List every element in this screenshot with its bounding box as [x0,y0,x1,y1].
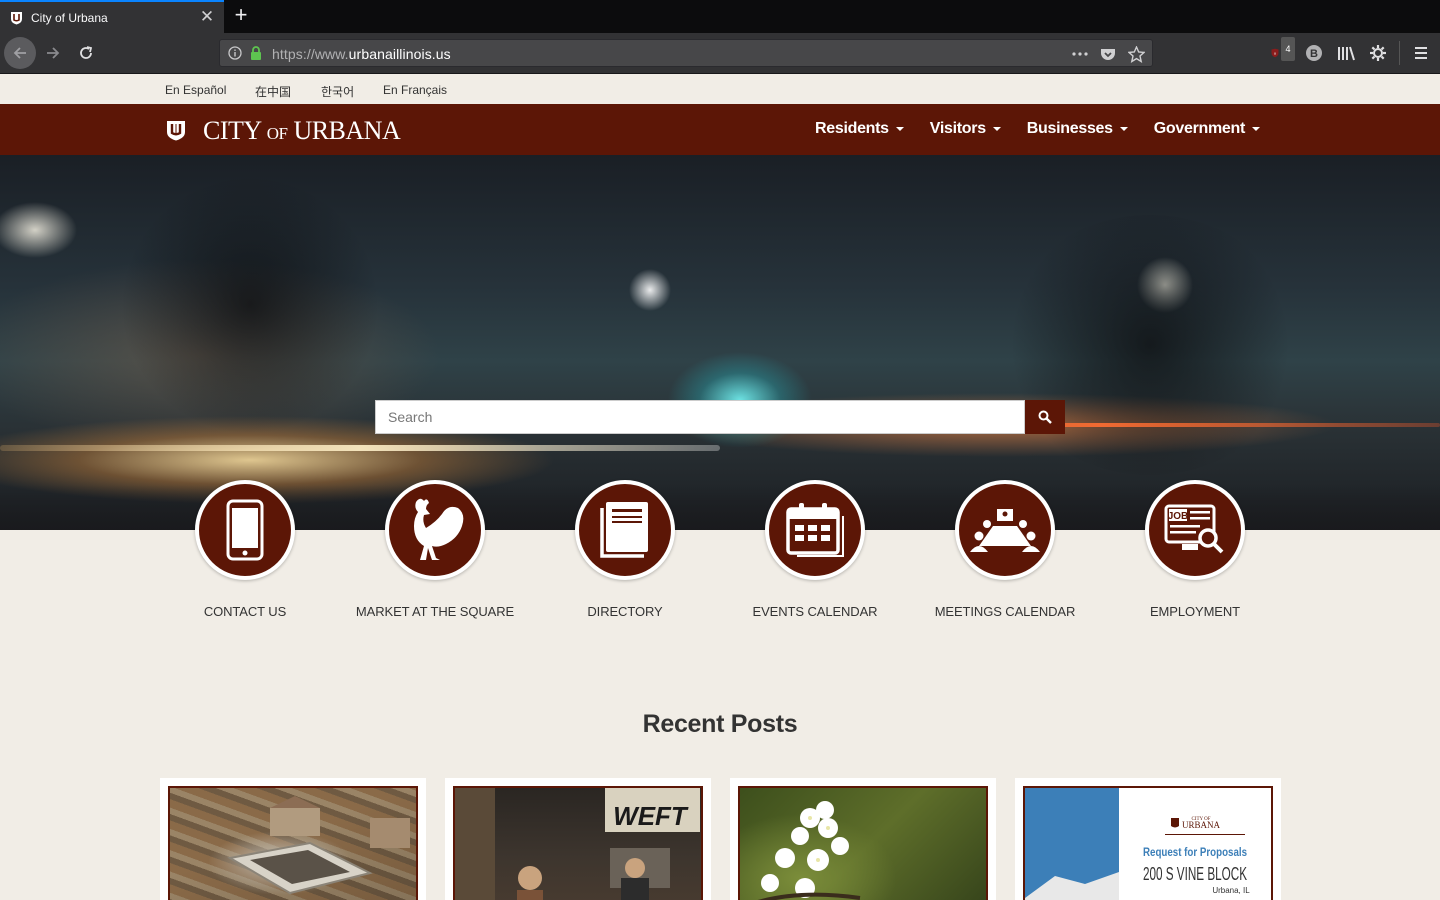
hamburger-menu-icon[interactable] [1410,41,1432,65]
aerial-buildings-graphic [227,796,410,895]
quick-link-meetings-calendar[interactable]: MEETINGS CALENDAR [910,480,1100,619]
light-streak [0,445,720,451]
quick-link-circle [575,480,675,580]
quick-link-label: DIRECTORY [587,604,663,619]
lock-icon[interactable] [249,45,263,61]
nav-visitors[interactable]: Visitors [930,120,1001,138]
caret-down-icon [1252,127,1260,131]
quick-link-circle [955,480,1055,580]
svg-text:Urbana, IL: Urbana, IL [1212,886,1250,895]
hero-night-street-image [0,155,1440,530]
search-bar [375,400,1065,434]
tree-silhouette [1000,215,1300,475]
addon-badge: 4 [1281,37,1295,61]
reload-button[interactable] [70,37,102,69]
lang-chinese-link[interactable]: 在中国 [255,83,291,100]
new-tab-icon[interactable]: + [230,4,252,28]
book-icon [600,502,648,558]
search-input[interactable] [375,400,1025,434]
arrow-left-icon [13,47,26,59]
quick-link-circle [765,480,865,580]
post-card[interactable]: CITY OF URBANA Request for Proposals 200… [1015,778,1281,900]
more-actions-icon[interactable] [1070,44,1090,64]
site-header: CITY OF URBANA Residents Visitors Busine… [0,104,1440,155]
radio-band-photo[interactable]: WEFT [453,786,703,900]
addon-b-icon[interactable]: B [1303,41,1325,65]
pocket-icon[interactable] [1098,44,1118,64]
browser-toolbar: https://www.urbanaillinois.us u4 B [0,33,1440,74]
svg-text:Request for Proposals: Request for Proposals [1143,845,1247,859]
url-text[interactable]: https://www.urbanaillinois.us [272,46,451,62]
meeting-icon [970,509,1040,552]
aerial-city-photo[interactable] [168,786,418,900]
city-shield-logo-icon[interactable] [166,120,186,141]
bookmark-star-icon[interactable] [1126,44,1146,64]
tree-silhouette [120,175,380,435]
quick-link-events-calendar[interactable]: EVENTS CALENDAR [720,480,910,619]
svg-text:WEFT: WEFT [613,801,689,831]
quick-link-label: MARKET AT THE SQUARE [355,604,515,619]
web-page: En Español 在中国 한국어 En Français CITY OF U… [0,74,1440,900]
rfp-flyer-graphic: CITY OF URBANA Request for Proposals 200… [1025,788,1250,900]
svg-text:JOB: JOB [1168,511,1189,522]
browser-tab-bar: City of Urbana ✕ + [0,0,1440,33]
band-scene-graphic: WEFT [455,788,700,900]
search-button[interactable] [1025,400,1065,434]
ublock-addon-icon[interactable]: u4 [1271,37,1295,65]
address-bar[interactable]: https://www.urbanaillinois.us [219,39,1153,67]
settings-gear-icon[interactable] [1367,41,1389,65]
quick-link-market[interactable]: MARKET AT THE SQUARE [340,480,530,619]
calendar-icon [786,503,844,557]
nav-government[interactable]: Government [1154,120,1260,138]
quick-link-label: EVENTS CALENDAR [752,604,878,619]
blossom-graphic [757,801,861,900]
quick-link-label: MEETINGS CALENDAR [934,604,1076,619]
tab-title: City of Urbana [31,11,108,25]
quick-link-directory[interactable]: DIRECTORY [530,480,720,619]
quick-link-circle [195,480,295,580]
svg-text:200 S VINE BLOCK: 200 S VINE BLOCK [1143,864,1247,884]
phone-icon [226,499,264,561]
recent-posts-heading: Recent Posts [642,710,798,738]
nav-residents[interactable]: Residents [815,120,904,138]
site-logo-text[interactable]: CITY OF URBANA [203,116,401,146]
lang-spanish-link[interactable]: En Español [165,83,226,97]
main-navigation: Residents Visitors Businesses Government [815,120,1260,138]
post-card[interactable] [730,778,996,900]
post-card[interactable] [160,778,426,900]
quick-link-contact-us[interactable]: CONTACT US [150,480,340,619]
info-icon[interactable] [228,46,242,60]
browser-tab[interactable]: City of Urbana ✕ [0,0,224,33]
caret-down-icon [895,127,904,131]
close-tab-icon[interactable]: ✕ [199,8,215,26]
search-icon [1038,410,1052,424]
nav-businesses[interactable]: Businesses [1027,120,1128,138]
quick-link-label: CONTACT US [203,604,287,619]
quick-link-label: EMPLOYMENT [1149,604,1240,619]
lang-korean-link[interactable]: 한국어 [321,83,354,100]
lang-french-link[interactable]: En Français [383,83,447,97]
quick-link-circle: JOB [1145,480,1245,580]
back-button[interactable] [4,37,36,69]
library-icon[interactable] [1335,41,1357,65]
arrow-right-icon [47,47,60,59]
quick-link-employment[interactable]: JOB EMPLOYMENT [1100,480,1290,619]
white-blossoms-photo[interactable] [738,786,988,900]
city-shield-favicon-icon [11,12,22,25]
job-search-icon: JOB [1164,504,1224,554]
svg-text:u: u [1274,51,1276,56]
svg-text:B: B [1310,48,1318,60]
rooster-icon [414,498,464,560]
post-card[interactable]: WEFT [445,778,711,900]
reload-icon [80,46,93,59]
svg-text:URBANA: URBANA [1182,820,1221,830]
rfp-flyer-image[interactable]: CITY OF URBANA Request for Proposals 200… [1023,786,1273,900]
forward-button[interactable] [37,37,69,69]
caret-down-icon [992,127,1001,131]
language-bar: En Español 在中国 한국어 En Français [0,74,1440,104]
quick-link-circle [385,480,485,580]
caret-down-icon [1119,127,1128,131]
toolbar-separator [1399,41,1400,65]
